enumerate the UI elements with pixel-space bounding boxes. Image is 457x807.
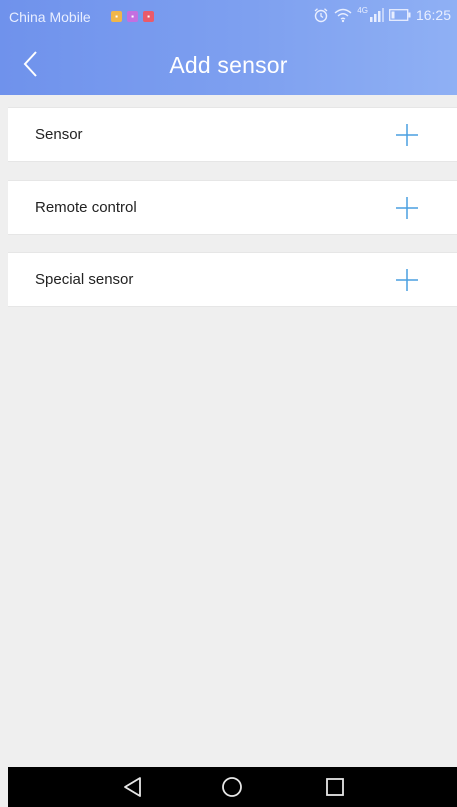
- triangle-back-icon[interactable]: [121, 775, 145, 799]
- status-bar: China Mobile ▪ ▪ ▪ 4G 16:25: [0, 0, 457, 36]
- list-item-special-sensor[interactable]: Special sensor: [8, 252, 457, 307]
- list-item-label: Remote control: [35, 199, 137, 216]
- left-margin: [0, 95, 8, 767]
- notification-icon-1: ▪: [111, 11, 122, 22]
- carrier-name: China Mobile: [9, 9, 91, 25]
- notification-icon-3: ▪: [143, 11, 154, 22]
- alarm-icon: [314, 8, 328, 23]
- square-recent-icon[interactable]: [323, 775, 347, 799]
- system-navigation-bar: [8, 767, 457, 807]
- list-item-sensor[interactable]: Sensor: [8, 107, 457, 162]
- circle-home-icon[interactable]: [220, 775, 244, 799]
- clock: 16:25: [415, 7, 451, 23]
- wifi-icon: [334, 8, 352, 23]
- navigation-header: Add sensor: [0, 36, 457, 95]
- network-type-label: 4G: [357, 5, 368, 15]
- signal-icon: [369, 8, 384, 22]
- list-item-label: Special sensor: [35, 271, 134, 288]
- plus-icon[interactable]: [395, 123, 419, 147]
- notification-icon-2: ▪: [127, 11, 138, 22]
- page-title: Add sensor: [169, 52, 288, 78]
- plus-icon[interactable]: [395, 196, 419, 220]
- list-item-label: Sensor: [35, 126, 83, 143]
- status-icons: 4G 16:25: [313, 5, 451, 23]
- list-item-remote-control[interactable]: Remote control: [8, 180, 457, 235]
- plus-icon[interactable]: [395, 268, 419, 292]
- battery-icon: [389, 9, 411, 21]
- header-bar: China Mobile ▪ ▪ ▪ 4G 16:25 Add sensor: [0, 0, 457, 95]
